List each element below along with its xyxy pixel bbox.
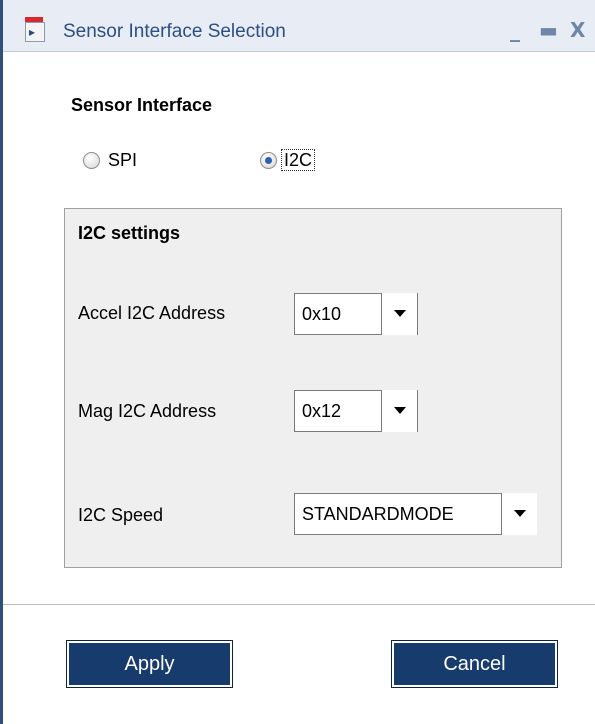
- i2c-settings-title: I2C settings: [78, 223, 181, 243]
- footer-divider: [3, 604, 595, 605]
- mag-address-label: Mag I2C Address: [78, 401, 217, 421]
- radio-spi-label[interactable]: SPI: [108, 150, 137, 170]
- app-icon: ▸: [25, 17, 45, 42]
- chevron-down-icon[interactable]: [381, 390, 417, 432]
- minimize-button[interactable]: _: [510, 18, 520, 42]
- radio-i2c-label[interactable]: I2C: [280, 149, 316, 171]
- sensor-interface-heading: Sensor Interface: [71, 95, 213, 115]
- radio-spi[interactable]: SPI: [83, 150, 137, 174]
- chevron-down-icon[interactable]: [501, 493, 537, 535]
- accel-address-select[interactable]: 0x10: [294, 293, 418, 335]
- i2c-speed-select[interactable]: STANDARDMODE: [294, 493, 537, 535]
- mag-address-value: 0x12: [302, 401, 342, 421]
- window-title: Sensor Interface Selection: [63, 21, 286, 42]
- i2c-speed-value: STANDARDMODE: [302, 504, 454, 524]
- i2c-settings-panel: I2C settings Accel I2C Address 0x10 Mag …: [64, 208, 562, 568]
- radio-i2c-button[interactable]: [260, 152, 277, 169]
- apply-button[interactable]: Apply: [66, 640, 233, 688]
- title-bar[interactable]: ▸ Sensor Interface Selection _ ▬ X: [3, 0, 595, 52]
- accel-address-label: Accel I2C Address: [78, 303, 226, 323]
- radio-spi-button[interactable]: [83, 152, 100, 169]
- radio-i2c[interactable]: I2C: [260, 149, 316, 174]
- chevron-down-icon[interactable]: [381, 293, 417, 335]
- mag-address-select[interactable]: 0x12: [294, 390, 418, 432]
- i2c-speed-label: I2C Speed: [78, 505, 164, 525]
- close-button[interactable]: X: [570, 18, 585, 42]
- maximize-button[interactable]: ▬: [539, 18, 558, 42]
- cancel-button[interactable]: Cancel: [391, 640, 558, 688]
- accel-address-value: 0x10: [302, 304, 342, 324]
- sensor-interface-window: ▸ Sensor Interface Selection _ ▬ X Senso…: [0, 0, 595, 724]
